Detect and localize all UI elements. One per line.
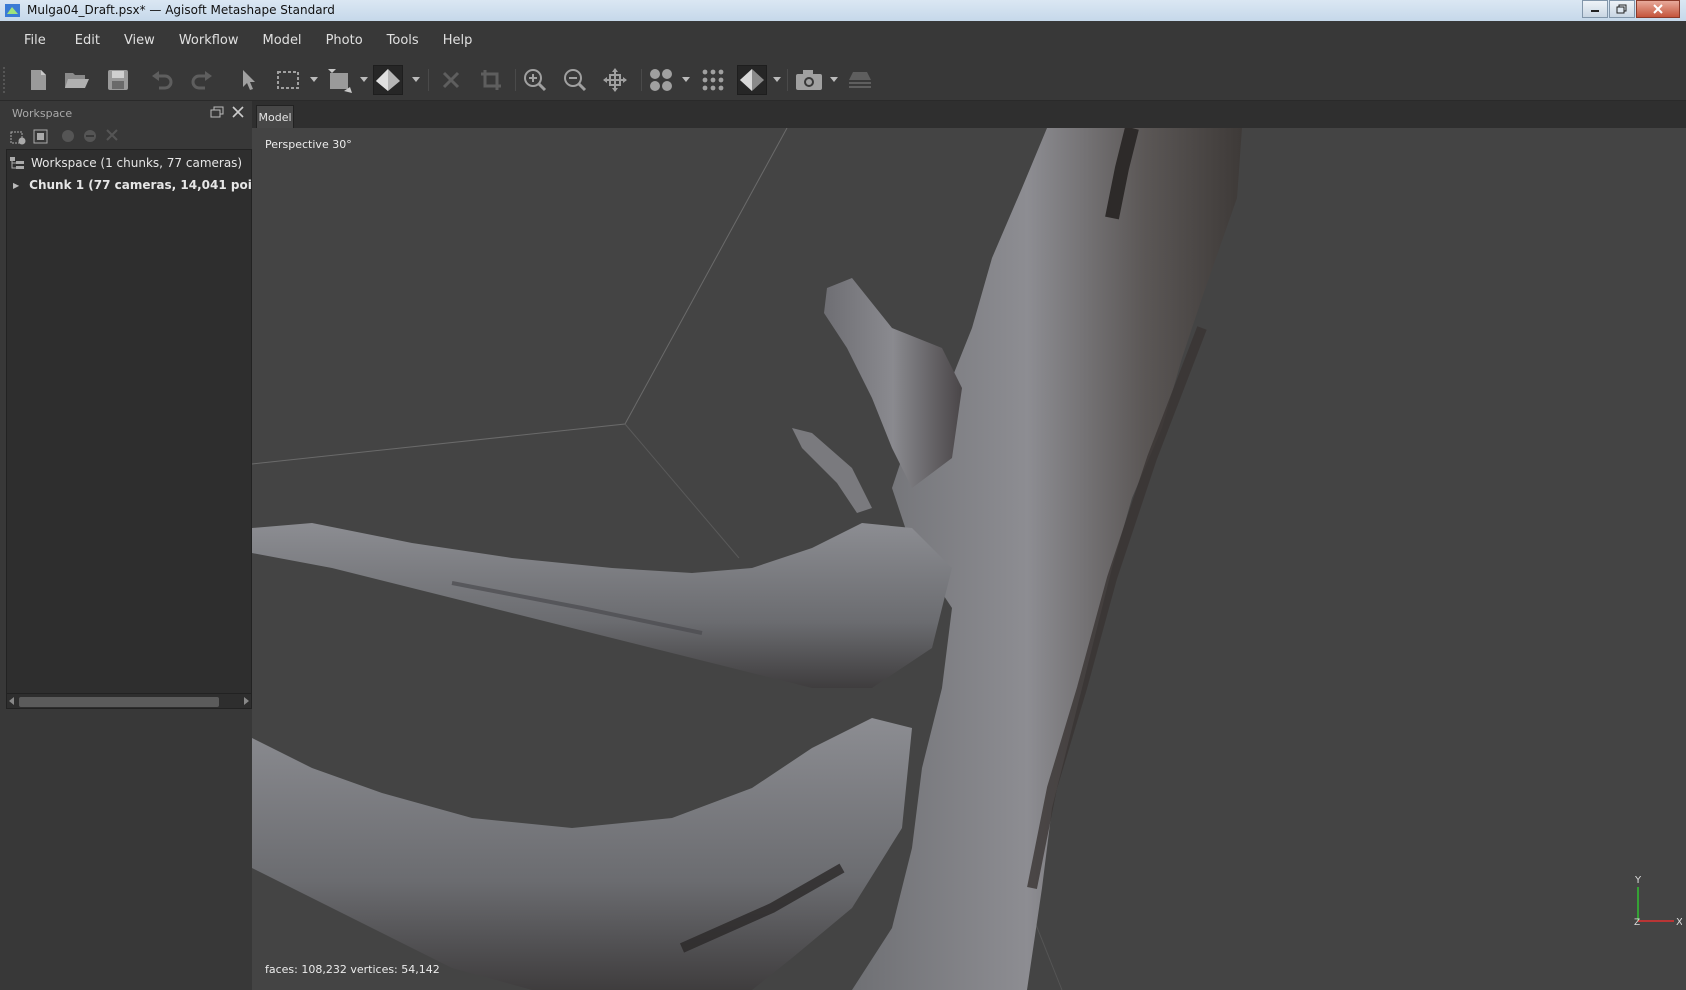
menu-photo[interactable]: Photo <box>326 33 363 48</box>
close-icon <box>1653 4 1663 14</box>
close-icon[interactable] <box>232 106 244 118</box>
model-scene <box>252 128 1242 990</box>
axis-gizmo: Y X Z <box>1634 875 1682 928</box>
workspace-title: Workspace <box>12 107 73 120</box>
perspective-label: Perspective 30° <box>265 138 352 151</box>
rotate-object-icon <box>328 69 352 93</box>
remove-item-icon[interactable] <box>83 129 97 143</box>
move-region-icon <box>603 68 627 92</box>
point-cloud-button[interactable] <box>646 65 676 95</box>
menu-workflow[interactable]: Workflow <box>179 33 239 48</box>
crop-selection-button[interactable] <box>476 65 506 95</box>
chunk-label: Chunk 1 (77 cameras, 14,041 points) <box>29 178 279 192</box>
add-chunk-icon[interactable] <box>10 129 26 145</box>
workspace-pane: Workspace Workspace (1 chunks, 77 camera… <box>0 101 279 990</box>
main-toolbar <box>0 59 1686 101</box>
rectangle-selection-icon <box>277 71 299 89</box>
crop-selection-icon <box>481 70 501 90</box>
dense-points-icon <box>702 69 724 91</box>
tree-item-chunk[interactable]: ▶ Chunk 1 (77 cameras, 14,041 points) <box>7 174 279 196</box>
chevron-down-icon[interactable] <box>412 77 420 83</box>
zoom-in-icon <box>524 69 547 92</box>
minimize-icon <box>1591 10 1599 12</box>
axis-x-label: X <box>1676 917 1682 928</box>
float-panel-icon[interactable] <box>210 106 224 118</box>
zoom-out-button[interactable] <box>560 65 590 95</box>
scroll-left-icon[interactable] <box>9 697 14 705</box>
point-cloud-icon <box>650 69 672 91</box>
new-document-button[interactable] <box>23 65 53 95</box>
restore-button[interactable] <box>1609 0 1635 18</box>
expand-arrow-icon[interactable]: ▶ <box>13 181 19 190</box>
toolbar-grip[interactable] <box>3 67 5 93</box>
workspace-root-label: Workspace (1 chunks, 77 cameras) <box>31 156 243 170</box>
undo-icon <box>152 71 173 90</box>
add-photos-icon[interactable] <box>33 129 49 145</box>
menu-tools[interactable]: Tools <box>387 33 419 48</box>
shaded-model-button[interactable] <box>373 65 403 95</box>
zoom-in-button[interactable] <box>520 65 550 95</box>
rotate-object-button[interactable] <box>325 65 355 95</box>
scroll-right-icon[interactable] <box>244 697 249 705</box>
redo-button[interactable] <box>187 65 217 95</box>
camera-icon <box>796 70 822 90</box>
restore-icon <box>1616 4 1627 14</box>
rectangle-selection-button[interactable] <box>274 65 304 95</box>
window-title: Mulga04_Draft.psx* — Agisoft Metashape S… <box>27 3 335 17</box>
close-window-button[interactable] <box>1636 0 1680 18</box>
show-layers-button[interactable] <box>845 65 875 95</box>
chevron-down-icon[interactable] <box>830 77 838 83</box>
open-button[interactable] <box>62 65 92 95</box>
menu-view[interactable]: View <box>124 33 155 48</box>
minimize-button[interactable] <box>1582 0 1608 18</box>
tree-root-workspace[interactable]: Workspace (1 chunks, 77 cameras) <box>7 152 251 174</box>
chevron-down-icon[interactable] <box>360 77 368 83</box>
chevron-down-icon[interactable] <box>773 77 781 83</box>
new-document-icon <box>31 70 46 90</box>
workspace-tree: Workspace (1 chunks, 77 cameras) ▶ Chunk… <box>6 149 279 694</box>
document-tab-bar: Model <box>252 101 1686 128</box>
save-button[interactable] <box>103 65 133 95</box>
save-icon <box>108 70 128 90</box>
delete-icon[interactable] <box>106 129 118 141</box>
workspace-header: Workspace <box>6 101 250 125</box>
move-region-button[interactable] <box>600 65 630 95</box>
delete-selection-icon <box>442 71 460 89</box>
axis-y-label: Y <box>1634 875 1642 886</box>
axis-z-label: Z <box>1634 918 1640 928</box>
workspace-toolbar <box>6 125 250 149</box>
workspace-horizontal-scrollbar[interactable] <box>6 693 252 709</box>
open-folder-icon <box>65 73 89 88</box>
add-marker-icon[interactable] <box>61 129 75 143</box>
workspace-icon <box>10 157 24 169</box>
title-bar: Mulga04_Draft.psx* — Agisoft Metashape S… <box>0 0 1686 21</box>
menu-file[interactable]: File <box>24 33 46 48</box>
workspace-lower-pane <box>6 708 252 990</box>
tab-model[interactable]: Model <box>256 105 294 128</box>
delete-selection-button[interactable] <box>436 65 466 95</box>
menu-model[interactable]: Model <box>263 33 302 48</box>
show-cameras-button[interactable] <box>794 65 824 95</box>
menu-edit[interactable]: Edit <box>75 33 100 48</box>
model-statistics: faces: 108,232 vertices: 54,142 <box>265 963 440 976</box>
pointer-icon <box>243 70 255 90</box>
scrollbar-thumb[interactable] <box>19 697 219 707</box>
model-view-icon <box>740 69 764 91</box>
dense-points-button[interactable] <box>698 65 728 95</box>
model-viewport[interactable]: Perspective 30° faces: 108,232 vertices:… <box>252 128 1686 990</box>
app-icon <box>5 4 20 17</box>
menu-bar: File Edit View Workflow Model Photo Tool… <box>0 21 1686 59</box>
menu-help[interactable]: Help <box>443 33 473 48</box>
model-view-button[interactable] <box>737 65 767 95</box>
chevron-down-icon[interactable] <box>682 77 690 83</box>
show-layers-icon <box>849 72 871 88</box>
redo-icon <box>191 71 212 90</box>
shaded-model-icon <box>376 69 400 91</box>
chevron-down-icon[interactable] <box>310 77 318 83</box>
zoom-out-icon <box>564 69 587 92</box>
navigation-tool-button[interactable] <box>234 65 264 95</box>
undo-button[interactable] <box>147 65 177 95</box>
